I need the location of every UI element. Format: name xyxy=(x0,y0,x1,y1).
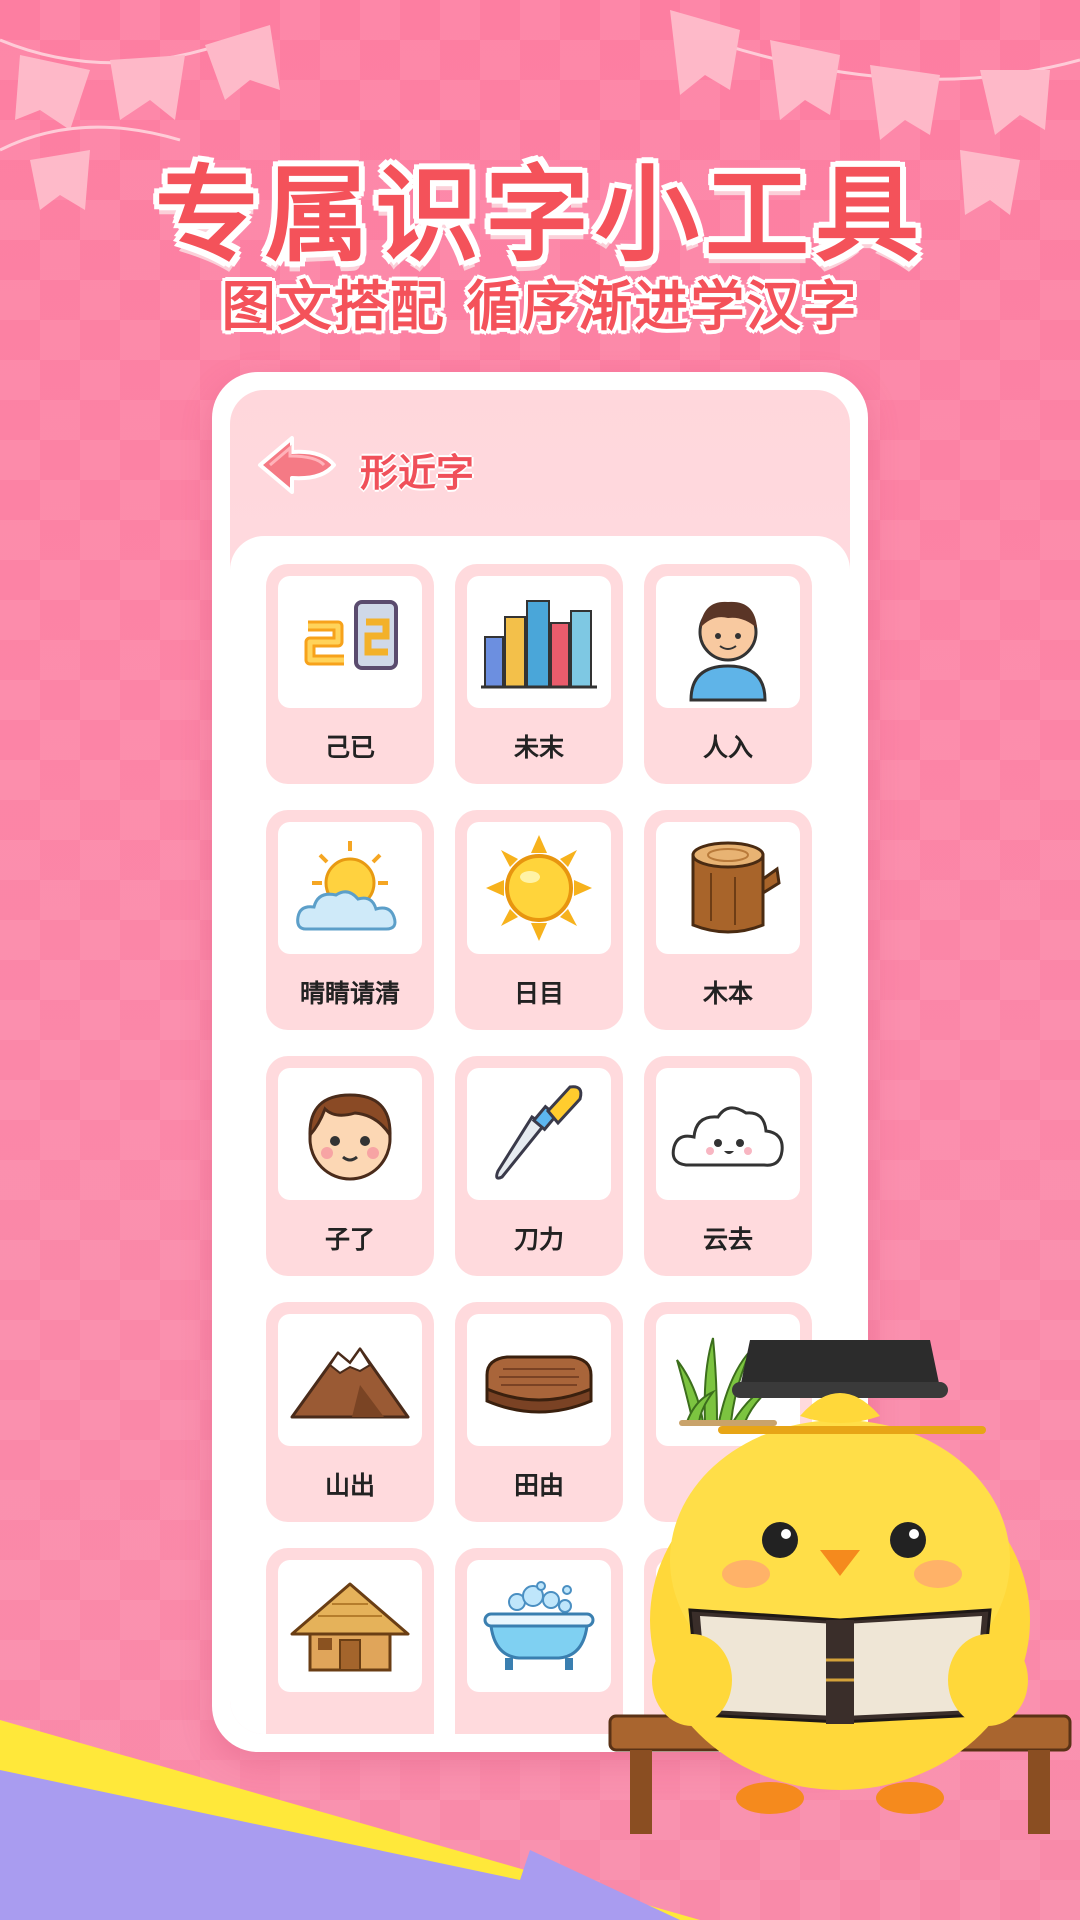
card-image xyxy=(467,1068,611,1200)
card-dao-li[interactable]: 刀力 xyxy=(455,1056,623,1276)
card-image xyxy=(467,1314,611,1446)
card-image xyxy=(656,576,800,708)
child-face-icon xyxy=(308,1093,392,1181)
sun-icon xyxy=(486,835,592,941)
card-label: 己已 xyxy=(324,733,375,762)
cloud-icon xyxy=(671,1106,784,1167)
card-image xyxy=(278,822,422,954)
banner-subline: 图文搭配 循序渐进学汉字 xyxy=(221,275,859,338)
banner-headline: 专属识字小工具 xyxy=(154,154,925,276)
card-ren-ru[interactable]: 人入 xyxy=(644,564,812,784)
card-label: 山出 xyxy=(324,1471,375,1500)
card-label: 木本 xyxy=(702,979,753,1008)
card-mu-ben[interactable]: 木本 xyxy=(644,810,812,1030)
card-ji-yi[interactable]: 己已 xyxy=(266,564,434,784)
card-label: 未末 xyxy=(513,733,564,762)
card-label: 田由 xyxy=(513,1471,564,1500)
person-icon xyxy=(689,601,767,702)
card-image xyxy=(467,1560,611,1692)
card-image xyxy=(467,576,611,708)
app-header: 形近字 xyxy=(230,390,850,540)
card-label: 日目 xyxy=(513,979,564,1008)
card-image xyxy=(278,1314,422,1446)
card-image xyxy=(656,822,800,954)
card-label: 晴睛请清 xyxy=(299,979,400,1008)
city-buildings-icon xyxy=(481,600,597,689)
card-zi-le[interactable]: 子了 xyxy=(266,1056,434,1276)
card-image xyxy=(467,822,611,954)
card-yun-qu[interactable]: 云去 xyxy=(644,1056,812,1276)
mountain-icon xyxy=(290,1347,410,1419)
card-label: 人入 xyxy=(702,733,753,762)
back-button[interactable] xyxy=(256,434,338,496)
field-block-icon xyxy=(485,1355,593,1414)
back-arrow-icon xyxy=(258,436,336,494)
knife-icon xyxy=(495,1085,583,1180)
sun-cloud-icon xyxy=(296,841,397,931)
card-image xyxy=(278,576,422,708)
tree-stump-icon xyxy=(691,841,781,934)
card-label: 子了 xyxy=(324,1225,375,1254)
letter-tiles-icon xyxy=(304,600,398,670)
card-label: 刀力 xyxy=(513,1225,564,1254)
card-shan-chu[interactable]: 山出 xyxy=(266,1302,434,1522)
card-wei-mo[interactable]: 未末 xyxy=(455,564,623,784)
hut-icon xyxy=(290,1582,410,1672)
page-title: 形近字 xyxy=(360,451,475,495)
card-ri-mu[interactable]: 日目 xyxy=(455,810,623,1030)
card-label: 云去 xyxy=(702,1225,753,1254)
card-image xyxy=(278,1068,422,1200)
bathtub-icon xyxy=(483,1581,595,1670)
reading-chick-mascot-icon xyxy=(608,1340,1072,1834)
card-qing[interactable]: 晴睛请清 xyxy=(266,810,434,1030)
card-tian-you[interactable]: 田由 xyxy=(455,1302,623,1522)
card-image xyxy=(656,1068,800,1200)
card-image xyxy=(278,1560,422,1692)
